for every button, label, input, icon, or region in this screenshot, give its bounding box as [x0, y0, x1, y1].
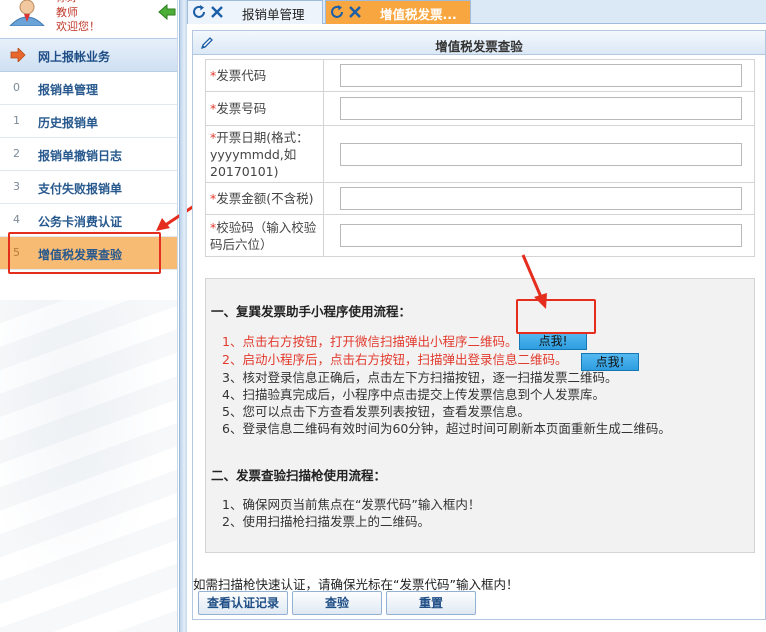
sidebar-item-official-card[interactable]: 4 公务卡消费认证 [0, 204, 177, 237]
field-cell [323, 91, 755, 126]
nav-item-label: 公务卡消费认证 [38, 215, 123, 229]
guide-section2-title: 二、发票查验扫描枪使用流程： [211, 468, 387, 483]
section-arrow-icon [10, 48, 26, 62]
field-label-text: 发票金额(不含税) [216, 191, 314, 206]
guide-step: 2、启动小程序后，点击右方按钮，扫描弹出登录信息二维码。 [222, 352, 568, 367]
form-row-invoice-amount: *发票金额(不含税) [205, 182, 755, 215]
field-label: *发票号码 [205, 91, 324, 126]
field-label-text: 校验码（输入校验码后六位） [210, 219, 317, 252]
user-role: 教师 [56, 6, 78, 19]
sidebar: 你好 教师 欢迎您！ 网上报帐业务 0 报销单管理 1 历史报销单 2 报销单撤… [0, 0, 178, 632]
sidebar-item-vat-invoice-check[interactable]: 5 增值税发票查验 [0, 237, 177, 270]
form-row-check-code: *校验码（输入校验码后六位） [205, 214, 755, 257]
sidebar-item-payment-failed[interactable]: 3 支付失败报销单 [0, 171, 177, 204]
login-qr-button[interactable]: 点我! [581, 353, 639, 371]
invoice-code-input[interactable] [340, 64, 742, 87]
field-cell [323, 59, 755, 92]
verify-button[interactable]: 查验 [292, 591, 382, 615]
field-label-text: 发票代码 [216, 68, 267, 83]
nav-item-label: 报销单撤销日志 [38, 149, 123, 163]
reset-button[interactable]: 重置 [386, 591, 476, 615]
form-row-invoice-number: *发票号码 [205, 91, 755, 126]
nav-item-number: 2 [13, 147, 20, 160]
invoice-amount-input[interactable] [340, 187, 742, 210]
field-label: *发票金额(不含税) [205, 182, 324, 215]
nav-item-label: 支付失败报销单 [38, 182, 123, 196]
open-qr-button[interactable]: 点我! [519, 332, 587, 350]
field-cell [323, 214, 755, 257]
invoice-date-input[interactable] [340, 142, 742, 166]
tab-bar: 报销单管理 增值税发票... [187, 0, 766, 24]
guide-step: 4、扫描验真完成后，小程序中点击提交上传发票信息到个人发票库。 [222, 387, 605, 402]
nav-item-label: 历史报销单 [38, 116, 99, 130]
sidebar-item-revoke-log[interactable]: 2 报销单撤销日志 [0, 138, 177, 171]
field-label-text: 发票号码 [216, 101, 267, 116]
nav-section-label: 网上报帐业务 [38, 50, 111, 64]
nav-item-number: 3 [13, 180, 20, 193]
panel-title: 增值税发票查验 [435, 39, 523, 54]
sidebar-item-history[interactable]: 1 历史报销单 [0, 105, 177, 138]
guide-step: 3、核对登录信息正确后，点击左下方扫描按钮，逐一扫描发票二维码。 [222, 370, 618, 385]
field-label: *发票代码 [205, 59, 324, 92]
close-icon[interactable] [348, 4, 362, 20]
sidebar-splitter[interactable] [179, 0, 187, 632]
guide-step: 5、您可以点击下方查看发票列表按钮，查看发票信息。 [222, 404, 530, 419]
sidebar-background-watermark [0, 300, 177, 632]
nav-section-header[interactable]: 网上报帐业务 [0, 38, 177, 72]
guide-section1-title: 一、复巽发票助手小程序使用流程： [211, 304, 412, 319]
guide-step: 1、确保网页当前焦点在“发票代码”输入框内！ [222, 497, 481, 512]
invoice-form: *发票代码 *发票号码 *开票日期(格式：yyyymmdd,如20170101)… [205, 59, 755, 257]
usage-guide: 一、复巽发票助手小程序使用流程： 1、点击右方按钮，打开微信扫描弹出小程序二维码… [205, 278, 755, 553]
refresh-icon[interactable] [191, 4, 207, 20]
tab-vat-invoice-check[interactable]: 增值税发票... [325, 0, 471, 24]
field-label: *校验码（输入校验码后六位） [205, 214, 324, 257]
user-welcome: 欢迎您！ [56, 20, 100, 33]
field-label-text: 开票日期(格式：yyyymmdd,如20170101) [210, 129, 309, 179]
field-cell [323, 182, 755, 215]
nav-item-number: 1 [13, 114, 20, 127]
guide-step: 6、登录信息二维码有效时间为60分钟，超过时间可刷新本页面重新生成二维码。 [222, 421, 671, 436]
view-records-button[interactable]: 查看认证记录 [198, 591, 288, 615]
nav-item-label: 报销单管理 [38, 83, 99, 97]
tab-label: 报销单管理 [242, 7, 305, 22]
guide-step: 1、点击右方按钮，打开微信扫描弹出小程序二维码。 [222, 334, 518, 349]
refresh-icon[interactable] [329, 4, 345, 20]
nav-item-number: 5 [13, 246, 20, 259]
sidebar-item-reimbursement-management[interactable]: 0 报销单管理 [0, 72, 177, 105]
check-code-input[interactable] [340, 224, 742, 247]
panel-header: 增值税发票查验 [193, 31, 765, 55]
form-row-invoice-code: *发票代码 [205, 59, 755, 92]
field-cell [323, 125, 755, 183]
field-label: *开票日期(格式：yyyymmdd,如20170101) [205, 125, 324, 183]
close-icon[interactable] [210, 4, 224, 20]
nav-item-number: 0 [13, 81, 20, 94]
user-avatar-icon [9, 0, 45, 26]
user-info: 你好 教师 欢迎您！ [0, 0, 177, 36]
invoice-check-panel: 增值税发票查验 *发票代码 *发票号码 *开票日期(格式：yyyymmdd,如2… [192, 30, 766, 620]
form-row-invoice-date: *开票日期(格式：yyyymmdd,如20170101) [205, 125, 755, 183]
invoice-number-input[interactable] [340, 97, 742, 120]
nav-item-label: 增值税发票查验 [38, 248, 123, 262]
tab-reimbursement-management[interactable]: 报销单管理 [187, 0, 323, 24]
collapse-sidebar-arrow-icon[interactable] [158, 4, 176, 20]
user-greeting: 你好 [56, 0, 78, 5]
tab-label: 增值税发票... [380, 7, 457, 22]
guide-step: 2、使用扫描枪扫描发票上的二维码。 [222, 514, 430, 529]
nav-item-number: 4 [13, 213, 20, 226]
